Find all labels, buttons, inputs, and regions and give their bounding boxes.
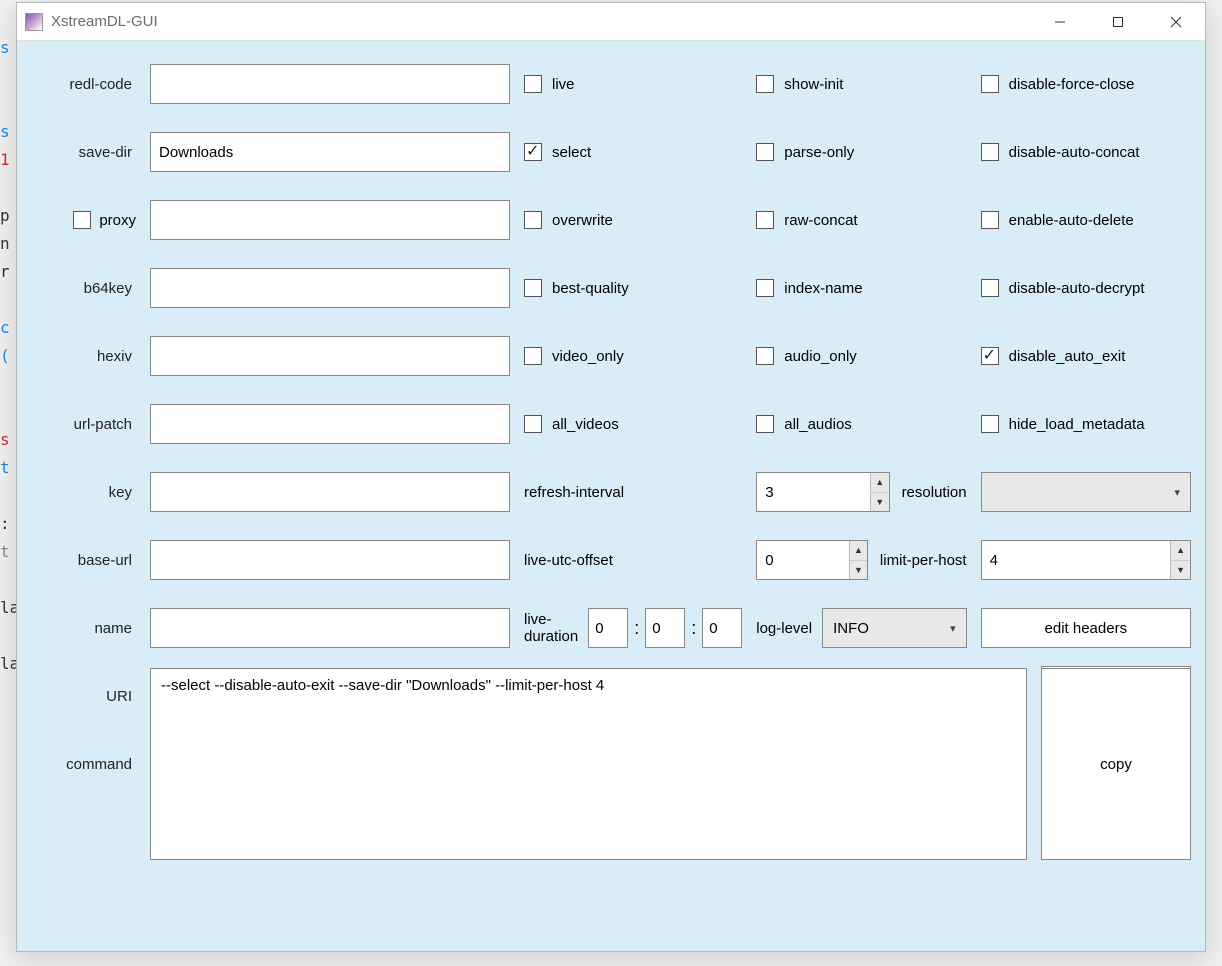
close-button[interactable]: [1147, 3, 1205, 41]
checkbox-disable-auto-concat[interactable]: disable-auto-concat: [981, 143, 1191, 161]
edit-headers-button[interactable]: edit headers: [981, 608, 1191, 648]
label-key: key: [31, 484, 136, 501]
duration-s-input[interactable]: [702, 608, 742, 648]
app-window: XstreamDL-GUI redl-code live show-init d…: [16, 2, 1206, 952]
live-duration-timebox: : :: [588, 608, 742, 648]
app-icon: [25, 13, 43, 31]
checkbox-video-only[interactable]: video_only: [524, 347, 742, 365]
command-output[interactable]: --select --disable-auto-exit --save-dir …: [150, 668, 1027, 860]
checkbox-all-videos[interactable]: all_videos: [524, 415, 742, 433]
checkbox-audio-only[interactable]: audio_only: [756, 347, 966, 365]
log-level-value: INFO: [833, 620, 869, 637]
label-log-level: log-level: [756, 620, 812, 637]
label-refresh-interval: refresh-interval: [524, 484, 624, 501]
live-utc-offset-spinbox[interactable]: ▲▼: [756, 540, 868, 580]
checkbox-select[interactable]: select: [524, 143, 742, 161]
label-live-utc-offset: live-utc-offset: [524, 552, 613, 569]
spin-up-icon[interactable]: ▲: [871, 473, 889, 493]
live-utc-offset-input[interactable]: [757, 541, 849, 579]
checkbox-show-init[interactable]: show-init: [756, 75, 966, 93]
checkbox-enable-auto-delete[interactable]: enable-auto-delete: [981, 211, 1191, 229]
checkbox-disable-force-close[interactable]: disable-force-close: [981, 75, 1191, 93]
label-hexiv: hexiv: [31, 348, 136, 365]
base-url-input[interactable]: [150, 540, 510, 580]
spin-up-icon[interactable]: ▲: [850, 541, 867, 561]
copy-button[interactable]: copy: [1041, 668, 1191, 860]
spin-down-icon[interactable]: ▼: [1171, 561, 1190, 580]
hexiv-input[interactable]: [150, 336, 510, 376]
limit-per-host-spinbox[interactable]: ▲▼: [981, 540, 1191, 580]
label-live-duration: live-duration: [524, 611, 578, 645]
chevron-down-icon: ▾: [1174, 486, 1180, 499]
resolution-combo[interactable]: ▾: [981, 472, 1191, 512]
refresh-interval-input[interactable]: [757, 473, 870, 511]
checkbox-index-name[interactable]: index-name: [756, 279, 966, 297]
minimize-button[interactable]: [1031, 3, 1089, 41]
label-command: command: [31, 756, 136, 773]
checkbox-disable-auto-decrypt[interactable]: disable-auto-decrypt: [981, 279, 1191, 297]
proxy-input[interactable]: [150, 200, 510, 240]
duration-m-input[interactable]: [645, 608, 685, 648]
spin-up-icon[interactable]: ▲: [1171, 541, 1190, 561]
chevron-down-icon: ▾: [950, 622, 956, 635]
label-b64key: b64key: [31, 280, 136, 297]
label-name: name: [31, 620, 136, 637]
checkbox-live[interactable]: live: [524, 75, 742, 93]
label-redl-code: redl-code: [31, 76, 136, 93]
log-level-combo[interactable]: INFO ▾: [822, 608, 967, 648]
checkbox-parse-only[interactable]: parse-only: [756, 143, 966, 161]
checkbox-proxy-enable[interactable]: [73, 211, 91, 229]
label-limit-per-host: limit-per-host: [880, 552, 967, 569]
label-proxy: proxy: [99, 212, 136, 229]
key-input[interactable]: [150, 472, 510, 512]
spin-down-icon[interactable]: ▼: [871, 493, 889, 512]
checkbox-overwrite[interactable]: overwrite: [524, 211, 742, 229]
proxy-label-cell: proxy: [31, 211, 136, 229]
form-area: redl-code live show-init disable-force-c…: [17, 41, 1205, 951]
checkbox-all-audios[interactable]: all_audios: [756, 415, 966, 433]
window-title: XstreamDL-GUI: [51, 13, 158, 30]
save-dir-input[interactable]: [150, 132, 510, 172]
maximize-button[interactable]: [1089, 3, 1147, 41]
spin-down-icon[interactable]: ▼: [850, 561, 867, 580]
checkbox-best-quality[interactable]: best-quality: [524, 279, 742, 297]
limit-per-host-input[interactable]: [982, 541, 1171, 579]
checkbox-raw-concat[interactable]: raw-concat: [756, 211, 966, 229]
label-resolution: resolution: [902, 484, 967, 501]
refresh-interval-spinbox[interactable]: ▲▼: [756, 472, 889, 512]
label-save-dir: save-dir: [31, 144, 136, 161]
url-patch-input[interactable]: [150, 404, 510, 444]
titlebar[interactable]: XstreamDL-GUI: [17, 3, 1205, 41]
checkbox-disable-auto-exit[interactable]: disable_auto_exit: [981, 347, 1191, 365]
name-input[interactable]: [150, 608, 510, 648]
label-base-url: base-url: [31, 552, 136, 569]
redl-code-input[interactable]: [150, 64, 510, 104]
label-url-patch: url-patch: [31, 416, 136, 433]
b64key-input[interactable]: [150, 268, 510, 308]
duration-h-input[interactable]: [588, 608, 628, 648]
checkbox-hide-load-metadata[interactable]: hide_load_metadata: [981, 415, 1191, 433]
